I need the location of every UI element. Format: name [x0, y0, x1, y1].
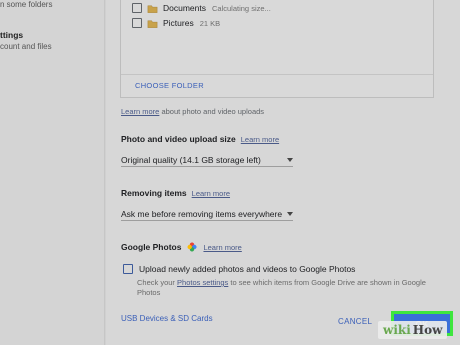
removing-items-heading: Removing items Learn more — [121, 188, 230, 198]
uploads-info: Learn more about photo and video uploads — [121, 107, 264, 116]
google-photos-title: Google Photos — [121, 242, 182, 252]
removing-items-value: Ask me before removing items everywhere — [121, 208, 283, 219]
folder-name: Pictures — [163, 18, 194, 28]
removing-items-select[interactable]: Ask me before removing items everywhere — [121, 207, 293, 221]
usb-devices-link[interactable]: USB Devices & SD Cards — [121, 314, 213, 323]
upload-size-title: Photo and video upload size — [121, 134, 236, 144]
google-photos-icon — [187, 242, 197, 252]
folder-icon — [147, 3, 158, 14]
upload-size-learn-more-link[interactable]: Learn more — [241, 135, 279, 144]
wikihow-watermark: wiki How — [378, 321, 448, 339]
uploads-info-text: about photo and video uploads — [159, 107, 265, 116]
left-sidebar: n some folders ttings count and files — [0, 0, 105, 345]
uploads-learn-more-link[interactable]: Learn more — [121, 107, 159, 116]
pictures-checkbox[interactable] — [132, 18, 142, 28]
chevron-down-icon — [287, 157, 293, 162]
choose-folder-button[interactable]: CHOOSE FOLDER — [135, 81, 204, 90]
chevron-down-icon — [287, 211, 293, 216]
removing-items-learn-more-link[interactable]: Learn more — [192, 189, 230, 198]
google-photos-heading: Google Photos Learn more — [121, 242, 242, 252]
settings-dialog: Documents Calculating size... Pictures 2… — [106, 0, 460, 345]
folder-row-pictures[interactable]: Pictures 21 KB — [132, 16, 220, 30]
sidebar-text: n some folders — [0, 0, 53, 9]
folder-list-box: Documents Calculating size... Pictures 2… — [120, 0, 434, 98]
folder-name: Documents — [163, 3, 206, 13]
google-photos-learn-more-link[interactable]: Learn more — [203, 243, 241, 252]
photos-settings-link[interactable]: Photos settings — [177, 278, 228, 287]
help-text-pre: Check your — [137, 278, 178, 287]
folder-row-documents[interactable]: Documents Calculating size... — [132, 1, 271, 15]
sidebar-settings-subtext: count and files — [0, 42, 52, 51]
google-photos-help-text: Check your Photos settings to see which … — [137, 278, 437, 298]
cancel-button[interactable]: CANCEL — [338, 317, 372, 326]
google-photos-upload-option[interactable]: Upload newly added photos and videos to … — [123, 264, 355, 274]
watermark-part1: wiki — [383, 323, 411, 337]
removing-items-title: Removing items — [121, 188, 187, 198]
google-photos-checkbox[interactable] — [123, 264, 133, 274]
divider — [121, 74, 433, 75]
sidebar-settings-heading[interactable]: ttings — [0, 30, 23, 40]
google-photos-checkbox-label: Upload newly added photos and videos to … — [139, 264, 356, 274]
watermark-part2: How — [412, 323, 443, 337]
folder-size: 21 KB — [199, 18, 221, 28]
upload-size-heading: Photo and video upload size Learn more — [121, 134, 279, 144]
folder-size: Calculating size... — [212, 3, 271, 13]
upload-size-select[interactable]: Original quality (14.1 GB storage left) — [121, 153, 293, 167]
folder-icon — [147, 18, 158, 29]
upload-size-value: Original quality (14.1 GB storage left) — [121, 154, 261, 165]
documents-checkbox[interactable] — [132, 3, 142, 13]
